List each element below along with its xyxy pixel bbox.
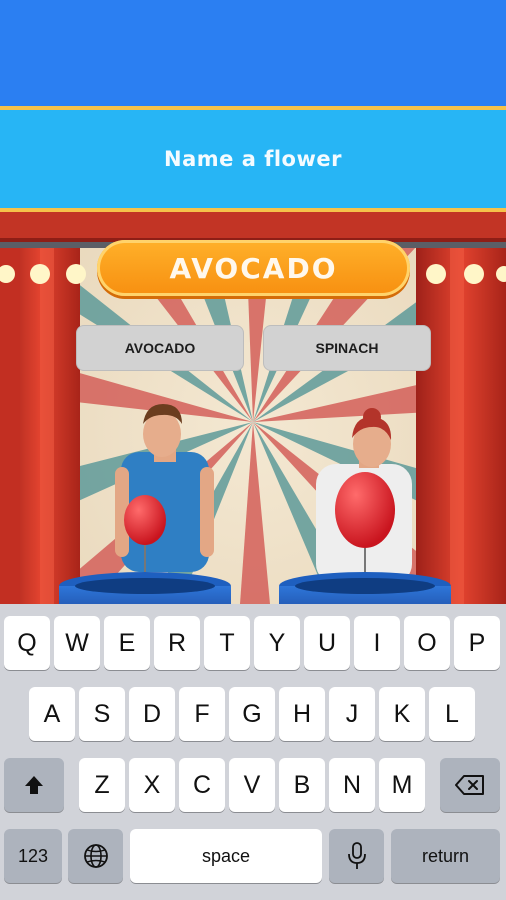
- key-l[interactable]: L: [429, 687, 475, 741]
- choice-left-answer[interactable]: AVOCADO: [76, 325, 244, 371]
- space-key[interactable]: space: [130, 829, 322, 883]
- microphone-key[interactable]: [329, 829, 384, 883]
- backspace-key[interactable]: [440, 758, 500, 812]
- prompt-banner: Name a flower: [0, 106, 506, 212]
- globe-key[interactable]: [68, 829, 123, 883]
- key-c[interactable]: C: [179, 758, 225, 812]
- shift-key[interactable]: [4, 758, 64, 812]
- curtain-valance: [0, 212, 506, 238]
- backspace-icon: [455, 775, 484, 795]
- balloon-left: [124, 495, 166, 545]
- prompt-text: Name a flower: [164, 147, 342, 171]
- key-a[interactable]: A: [29, 687, 75, 741]
- key-v[interactable]: V: [229, 758, 275, 812]
- key-j[interactable]: J: [329, 687, 375, 741]
- key-f[interactable]: F: [179, 687, 225, 741]
- key-u[interactable]: U: [304, 616, 350, 670]
- top-bar: [0, 0, 506, 106]
- key-h[interactable]: H: [279, 687, 325, 741]
- answer-display: AVOCADO: [97, 240, 410, 296]
- key-i[interactable]: I: [354, 616, 400, 670]
- key-n[interactable]: N: [329, 758, 375, 812]
- key-x[interactable]: X: [129, 758, 175, 812]
- key-w[interactable]: W: [54, 616, 100, 670]
- key-q[interactable]: Q: [4, 616, 50, 670]
- key-y[interactable]: Y: [254, 616, 300, 670]
- key-g[interactable]: G: [229, 687, 275, 741]
- key-d[interactable]: D: [129, 687, 175, 741]
- key-m[interactable]: M: [379, 758, 425, 812]
- key-e[interactable]: E: [104, 616, 150, 670]
- return-key[interactable]: return: [391, 829, 500, 883]
- key-o[interactable]: O: [404, 616, 450, 670]
- key-b[interactable]: B: [279, 758, 325, 812]
- key-k[interactable]: K: [379, 687, 425, 741]
- choice-right-answer[interactable]: SPINACH: [263, 325, 431, 371]
- shift-arrow-icon: [25, 776, 43, 794]
- key-t[interactable]: T: [204, 616, 250, 670]
- globe-icon: [83, 844, 108, 868]
- on-screen-keyboard: Q W E R T Y U I O P A S D F G H J K L Z …: [0, 604, 506, 900]
- key-r[interactable]: R: [154, 616, 200, 670]
- answer-text: AVOCADO: [169, 251, 338, 285]
- key-z[interactable]: Z: [79, 758, 125, 812]
- microphone-icon: [347, 842, 366, 869]
- key-p[interactable]: P: [454, 616, 500, 670]
- key-s[interactable]: S: [79, 687, 125, 741]
- numbers-key[interactable]: 123: [4, 829, 62, 883]
- balloon-right: [335, 472, 395, 548]
